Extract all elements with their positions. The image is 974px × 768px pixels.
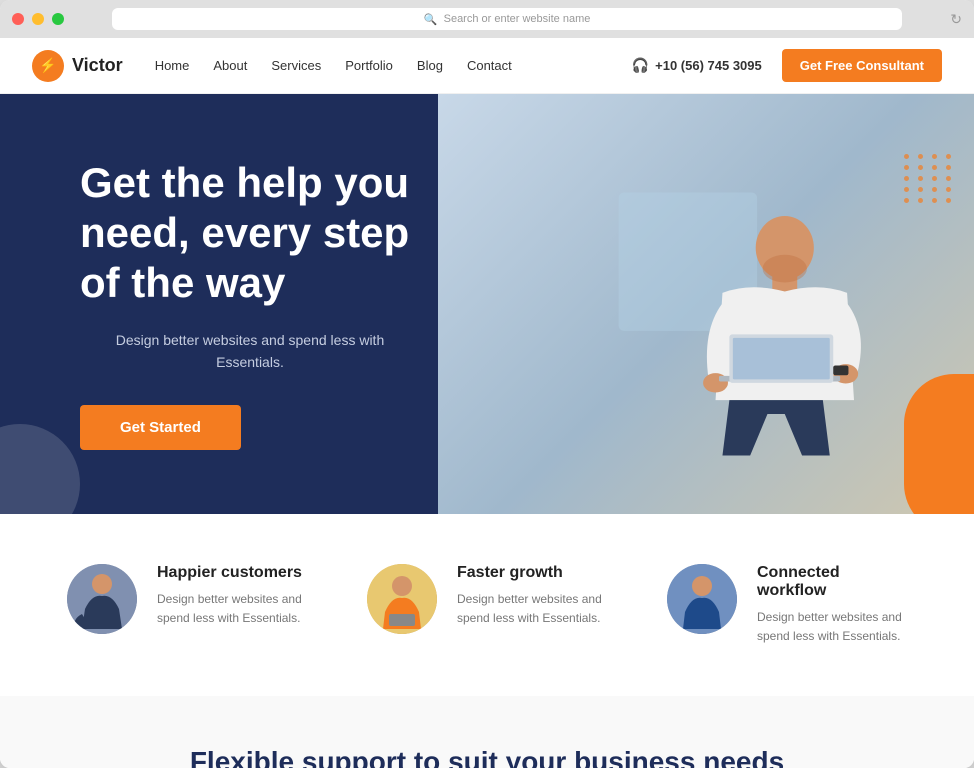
feature-title-1: Happier customers	[157, 564, 307, 582]
nav-link-about[interactable]: About	[213, 58, 247, 73]
refresh-icon[interactable]: ↻	[950, 11, 962, 28]
phone-icon: 🎧	[632, 57, 649, 74]
nav-item-services[interactable]: Services	[271, 57, 321, 75]
navbar-left: ⚡ Victor Home About Services Portfolio B…	[32, 50, 512, 82]
feature-avatar-2	[367, 564, 437, 634]
nav-item-about[interactable]: About	[213, 57, 247, 75]
address-bar[interactable]: 🔍 Search or enter website name	[112, 8, 902, 30]
logo-name: Victor	[72, 55, 123, 76]
feature-title-2: Faster growth	[457, 564, 607, 582]
phone-text: +10 (56) 745 3095	[655, 58, 762, 73]
hero-illustration	[584, 134, 944, 514]
deco-orange-right	[904, 374, 974, 514]
features-section: Happier customers Design better websites…	[0, 514, 974, 696]
feature-text-2: Faster growth Design better websites and…	[457, 564, 607, 628]
phone-number: 🎧 +10 (56) 745 3095	[632, 57, 762, 74]
search-icon: 🔍	[424, 13, 438, 26]
logo-icon: ⚡	[32, 50, 64, 82]
minimize-button[interactable]	[32, 13, 44, 25]
site-wrapper: ⚡ Victor Home About Services Portfolio B…	[0, 38, 974, 768]
feature-text-3: Connected workflow Design better website…	[757, 564, 907, 646]
feature-avatar-1	[67, 564, 137, 634]
nav-link-blog[interactable]: Blog	[417, 58, 443, 73]
feature-desc-2: Design better websites and spend less wi…	[457, 590, 607, 628]
nav-link-portfolio[interactable]: Portfolio	[345, 58, 393, 73]
hero-title: Get the help you need, every step of the…	[80, 158, 420, 309]
hero-content: Get the help you need, every step of the…	[0, 98, 420, 511]
address-text: Search or enter website name	[444, 13, 591, 25]
nav-link-contact[interactable]: Contact	[467, 58, 512, 73]
get-started-button[interactable]: Get Started	[80, 405, 241, 450]
browser-window: 🔍 Search or enter website name ↻ ⚡ Victo…	[0, 0, 974, 768]
nav-item-blog[interactable]: Blog	[417, 57, 443, 75]
hero-photo	[438, 94, 974, 514]
nav-item-portfolio[interactable]: Portfolio	[345, 57, 393, 75]
deco-dots	[904, 154, 964, 254]
bottom-section: Flexible support to suit your business n…	[0, 696, 974, 768]
feature-item-3: Connected workflow Design better website…	[667, 564, 907, 646]
hero-image-area	[438, 94, 974, 514]
feature-item-1: Happier customers Design better websites…	[67, 564, 307, 646]
feature-text-1: Happier customers Design better websites…	[157, 564, 307, 628]
lightning-icon: ⚡	[39, 57, 56, 74]
feature-title-3: Connected workflow	[757, 564, 907, 600]
feature-avatar-3	[667, 564, 737, 634]
browser-content: ⚡ Victor Home About Services Portfolio B…	[0, 38, 974, 768]
nav-link-home[interactable]: Home	[155, 58, 190, 73]
maximize-button[interactable]	[52, 13, 64, 25]
hero-section: Get the help you need, every step of the…	[0, 94, 974, 514]
nav-link-services[interactable]: Services	[271, 58, 321, 73]
navbar: ⚡ Victor Home About Services Portfolio B…	[0, 38, 974, 94]
browser-titlebar: 🔍 Search or enter website name ↻	[0, 0, 974, 38]
hero-subtitle: Design better websites and spend less wi…	[80, 329, 420, 374]
get-consultant-button[interactable]: Get Free Consultant	[782, 49, 942, 82]
feature-desc-1: Design better websites and spend less wi…	[157, 590, 307, 628]
logo[interactable]: ⚡ Victor	[32, 50, 123, 82]
nav-links: Home About Services Portfolio Blog Conta…	[155, 57, 512, 75]
close-button[interactable]	[12, 13, 24, 25]
nav-item-contact[interactable]: Contact	[467, 57, 512, 75]
nav-item-home[interactable]: Home	[155, 57, 190, 75]
feature-item-2: Faster growth Design better websites and…	[367, 564, 607, 646]
navbar-right: 🎧 +10 (56) 745 3095 Get Free Consultant	[632, 49, 942, 82]
bottom-title: Flexible support to suit your business n…	[60, 746, 914, 768]
feature-desc-3: Design better websites and spend less wi…	[757, 608, 907, 646]
